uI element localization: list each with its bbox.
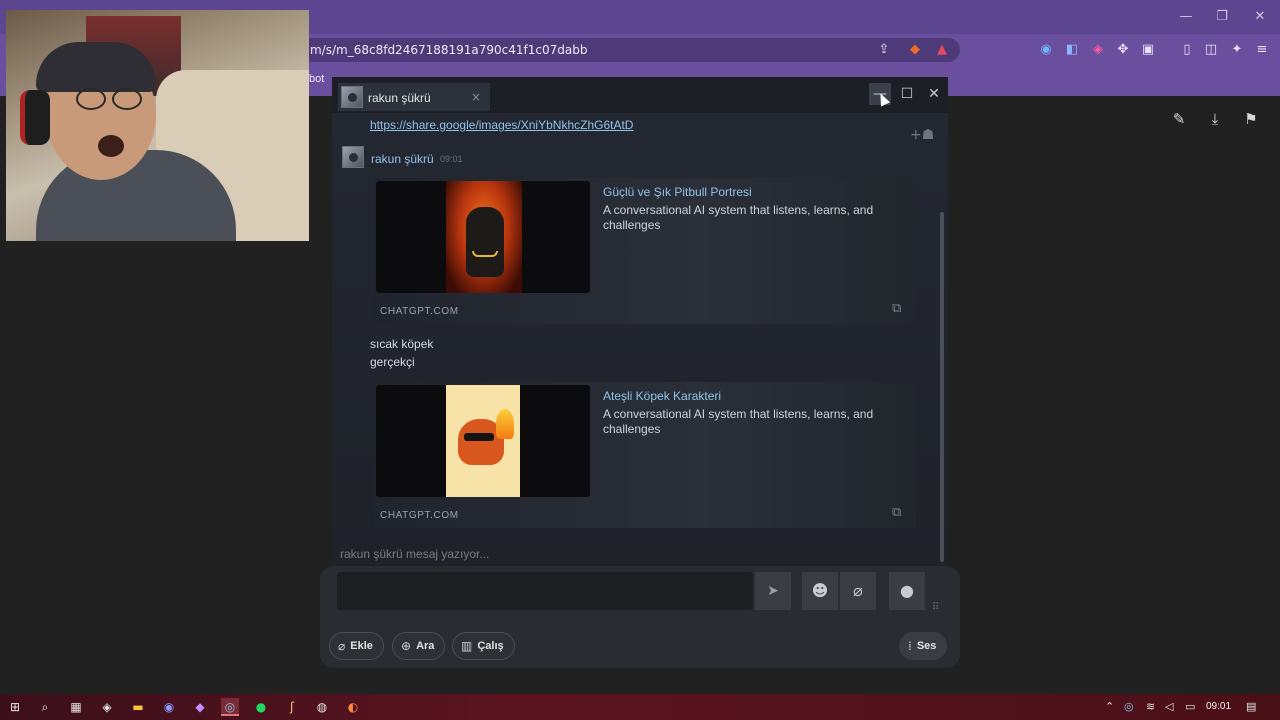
embed-site: CHATGPT.COM	[380, 510, 459, 521]
chat-scrollbar[interactable]	[940, 212, 944, 562]
cartoon-sunglasses	[464, 433, 494, 441]
embed-thumbnail[interactable]	[376, 385, 590, 497]
taskbar-clock[interactable]: 09:01	[1206, 701, 1231, 712]
mouth	[98, 135, 124, 157]
obs-icon[interactable]: ◍	[313, 698, 331, 716]
chat-tab[interactable]: rakun şükrü ×	[338, 83, 490, 111]
embed-site: CHATGPT.COM	[380, 306, 459, 317]
magic-edit-icon[interactable]: ✎	[1170, 110, 1188, 128]
download-icon[interactable]: ⤓	[1206, 110, 1224, 128]
paperclip-icon: ⌀	[338, 639, 346, 653]
browser-icon[interactable]: ◐	[344, 698, 362, 716]
twitch-icon[interactable]: ◆	[191, 698, 209, 716]
study-label: Çalış	[477, 640, 504, 652]
start-icon[interactable]: ⊞	[6, 698, 24, 716]
voice-message-button[interactable]: ●	[889, 572, 925, 610]
study-button[interactable]: ▥ Çalış	[452, 632, 515, 660]
share-icon[interactable]: ⇪	[876, 42, 892, 58]
battery-icon[interactable]: ▭	[1185, 700, 1195, 713]
search-button[interactable]: ⊕ Ara	[392, 632, 446, 660]
voice-button[interactable]: ⁞ Ses	[899, 632, 948, 660]
message-input[interactable]	[337, 572, 753, 610]
extensions-puzzle-icon[interactable]: ✥	[1115, 42, 1131, 58]
embed-thumbnail[interactable]	[376, 181, 590, 293]
volume-icon[interactable]: ◁	[1165, 700, 1173, 713]
url-text[interactable]: m/s/m_68c8fd2467188191a790c41f1c07dabb	[310, 43, 587, 57]
globe-icon: ⊕	[401, 639, 412, 653]
window-close-button[interactable]: ✕	[923, 83, 945, 105]
message-sender[interactable]: rakun şükrü	[371, 152, 434, 166]
menu-icon[interactable]: ≡	[1254, 42, 1270, 58]
translate-extension-icon[interactable]: ◧	[1064, 42, 1080, 58]
emoji-button[interactable]: ☻	[802, 572, 838, 610]
wallet-signal-icon[interactable]: ◉	[1038, 42, 1054, 58]
book-icon: ▥	[461, 639, 473, 653]
flame	[496, 409, 514, 439]
browser-close-button[interactable]: ✕	[1250, 8, 1270, 26]
gold-chain	[472, 251, 498, 257]
embed-title[interactable]: Güçlü ve Şık Pitbull Portresi	[603, 185, 752, 199]
copy-link-icon[interactable]: ⧉	[892, 301, 901, 316]
embed-description: A conversational AI system that listens,…	[603, 203, 874, 232]
message-avatar[interactable]	[342, 146, 364, 168]
window-maximize-button[interactable]: ☐	[896, 83, 918, 105]
wifi-icon[interactable]: ≋	[1146, 700, 1155, 713]
spotify-icon[interactable]: ●	[252, 698, 270, 716]
headset	[20, 90, 50, 145]
leo-ai-icon[interactable]: ✦	[1229, 42, 1245, 58]
brave-rewards-icon[interactable]: ▲	[934, 42, 950, 58]
cartoon-dog-image	[446, 385, 520, 497]
chat-message-line: gerçekçi	[370, 355, 415, 369]
glasses-left	[76, 88, 106, 110]
app-icon[interactable]: ʃ	[283, 698, 301, 716]
tray-steam-icon[interactable]: ◎	[1124, 700, 1134, 713]
screenshot-icon[interactable]: ▣	[1140, 42, 1156, 58]
webcam-overlay	[6, 10, 309, 241]
send-button[interactable]: ➤	[755, 572, 791, 610]
tray-chevron-icon[interactable]: ⌃	[1105, 700, 1114, 713]
embed-description: A conversational AI system that listens,…	[603, 407, 874, 436]
chat-header: rakun şükrü × — ☐ ✕	[332, 77, 948, 113]
bookmark-item[interactable]: bot	[309, 73, 324, 85]
calculator-icon[interactable]: ▦	[67, 698, 85, 716]
notifications-icon[interactable]: ▤	[1246, 700, 1256, 713]
tab-contact-name: rakun şükrü	[368, 91, 431, 105]
chat-message-line: sıcak köpek	[370, 337, 434, 351]
add-button[interactable]: ⌀ Ekle	[329, 632, 384, 660]
attach-button[interactable]: ⌀	[840, 572, 876, 610]
pitbull-image	[446, 181, 522, 293]
link-embed[interactable]: Ateşli Köpek Karakteri A conversational …	[374, 382, 916, 528]
copy-link-icon[interactable]: ⧉	[892, 505, 901, 520]
contact-avatar	[341, 86, 363, 108]
cap	[36, 42, 156, 92]
typing-indicator: rakun şükrü mesaj yazıyor...	[340, 547, 490, 561]
file-explorer-icon[interactable]: ▬	[129, 698, 147, 716]
link-embed[interactable]: Güçlü ve Şık Pitbull Portresi A conversa…	[374, 178, 916, 324]
chat-window: rakun şükrü × — ☐ ✕ https://share.google…	[332, 77, 948, 565]
resize-grip-icon[interactable]: ⠿	[932, 602, 939, 613]
voice-label: Ses	[916, 640, 937, 652]
flag-icon[interactable]: ⚑	[1242, 110, 1260, 128]
steam-icon[interactable]: ◎	[221, 698, 239, 716]
waveform-icon: ⁞	[908, 639, 912, 653]
message-time: 09:01	[440, 154, 463, 164]
pitbull-figure	[466, 207, 504, 277]
wallet-icon[interactable]: ◫	[1203, 42, 1219, 58]
extension-pink-icon[interactable]: ◈	[1090, 42, 1106, 58]
embed-title[interactable]: Ateşli Köpek Karakteri	[603, 389, 721, 403]
add-friend-icon[interactable]: +☗	[910, 127, 934, 143]
discord-icon[interactable]: ◉	[160, 698, 178, 716]
browser-minimize-button[interactable]: —	[1176, 8, 1196, 26]
brave-shield-icon[interactable]: ◆	[907, 42, 923, 58]
shared-link[interactable]: https://share.google/images/XniYbNkhcZhG…	[370, 118, 633, 132]
search-icon[interactable]: ⌕	[36, 698, 54, 716]
glasses-right	[112, 88, 142, 110]
add-label: Ekle	[350, 640, 373, 652]
sidebar-toggle-icon[interactable]: ▯	[1179, 42, 1195, 58]
tab-close-icon[interactable]: ×	[471, 90, 481, 104]
browser-restore-button[interactable]: ❐	[1212, 8, 1232, 26]
search-label: Ara	[416, 640, 435, 652]
app-icon[interactable]: ◈	[98, 698, 116, 716]
